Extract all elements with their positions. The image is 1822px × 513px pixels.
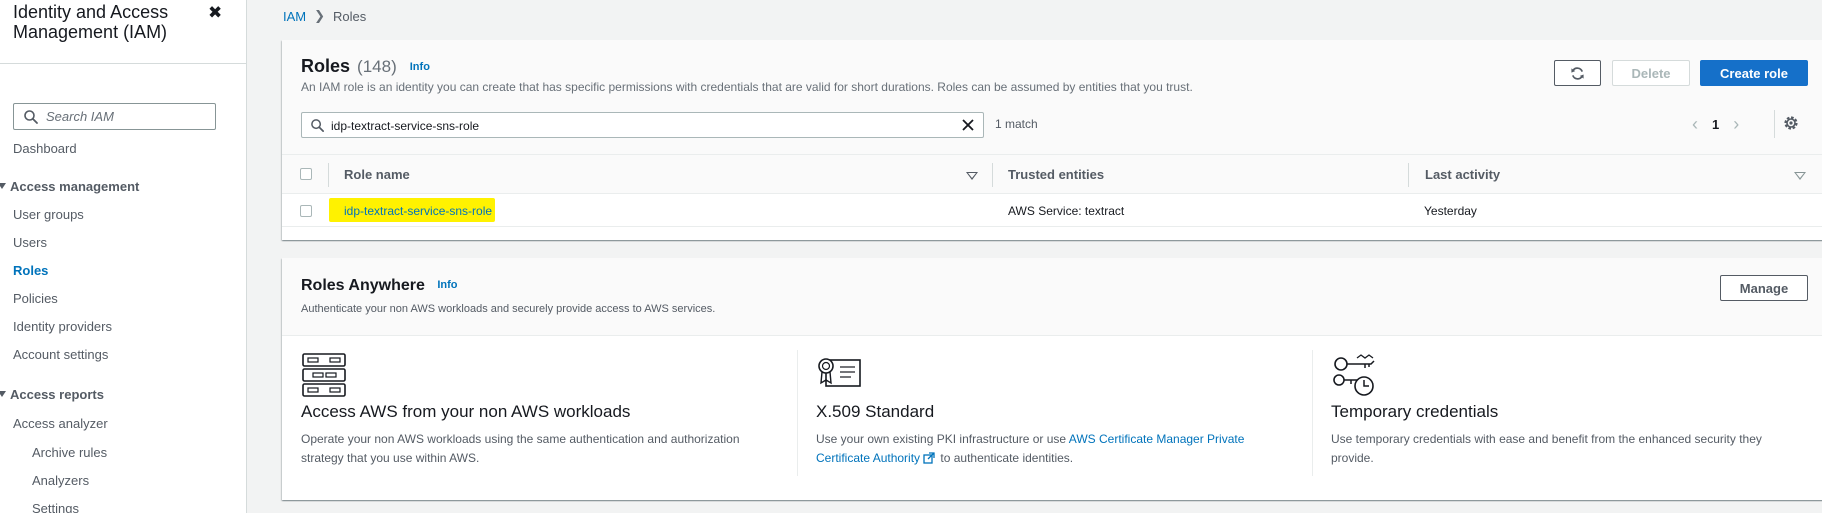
sidebar-search[interactable]	[13, 103, 216, 130]
sidebar-item-users[interactable]: Users	[13, 235, 47, 250]
caret-down-icon	[0, 183, 6, 189]
certificate-icon	[818, 358, 861, 387]
refresh-icon	[1571, 66, 1584, 80]
next-page-icon[interactable]: ›	[1733, 115, 1739, 133]
close-icon[interactable]: ✖	[208, 3, 222, 23]
caret-down-icon	[0, 391, 6, 397]
info-link[interactable]: Info	[410, 61, 430, 73]
roles-count: (148)	[357, 57, 397, 76]
delete-button[interactable]: Delete	[1612, 60, 1690, 86]
roles-anywhere-header: Roles Anywhere Info Authenticate your no…	[282, 258, 1822, 336]
iam-console: Identity and Access Management (IAM) ✖ D…	[0, 0, 1822, 513]
search-icon	[311, 119, 324, 132]
gear-icon[interactable]	[1782, 114, 1800, 132]
clear-filter-icon[interactable]	[961, 118, 975, 132]
sidebar-item-settings[interactable]: Settings	[32, 501, 79, 513]
feature-title: X.509 Standard	[816, 402, 935, 421]
column-header-trusted-entities[interactable]: Trusted entities	[1008, 167, 1104, 182]
roles-anywhere-title: Roles Anywhere Info	[301, 277, 458, 295]
sort-icon[interactable]	[1794, 172, 1806, 180]
sidebar-item-identity-providers[interactable]: Identity providers	[13, 319, 112, 334]
previous-page-icon[interactable]: ‹	[1692, 115, 1698, 133]
feature-title: Access AWS from your non AWS workloads	[301, 402, 631, 421]
external-link-icon[interactable]	[923, 452, 935, 464]
sidebar-title: Identity and Access Management (IAM)	[13, 2, 169, 42]
sidebar-item-analyzers[interactable]: Analyzers	[32, 473, 89, 488]
roles-anywhere-title-text: Roles Anywhere	[301, 277, 425, 294]
feature-title: Temporary credentials	[1331, 402, 1499, 421]
sidebar-item-policies[interactable]: Policies	[13, 291, 58, 306]
column-divider	[1408, 163, 1409, 187]
table-row: idp-textract-service-sns-role AWS Servic…	[282, 194, 1822, 227]
roles-anywhere-panel: Roles Anywhere Info Authenticate your no…	[282, 258, 1822, 500]
feature-text-after: to authenticate identities.	[937, 451, 1074, 465]
roles-filter-input[interactable]	[331, 117, 951, 134]
sidebar-divider	[0, 63, 246, 64]
sidebar-item-roles[interactable]: Roles	[13, 263, 48, 278]
feature-text: Use temporary credentials with ease and …	[1331, 432, 1762, 465]
search-iam-input[interactable]	[46, 107, 211, 126]
feature-text: Operate your non AWS workloads using the…	[301, 432, 740, 465]
sidebar-item-archive-rules[interactable]: Archive rules	[32, 445, 107, 460]
roles-anywhere-description: Authenticate your non AWS workloads and …	[301, 303, 716, 315]
select-all-checkbox[interactable]	[300, 168, 312, 180]
search-icon	[24, 110, 38, 124]
column-divider	[797, 350, 798, 476]
breadcrumb-iam[interactable]: IAM	[283, 9, 306, 24]
column-header-last-activity[interactable]: Last activity	[1425, 167, 1500, 182]
sidebar-section-access-management[interactable]: Access management	[0, 179, 139, 194]
create-role-button[interactable]: Create role	[1700, 60, 1808, 86]
section-label: Access management	[10, 179, 140, 194]
column-header-role-name[interactable]: Role name	[344, 167, 410, 182]
page-number[interactable]: 1	[1712, 117, 1719, 132]
column-divider	[1312, 350, 1313, 476]
roles-description: An IAM role is an identity you can creat…	[301, 80, 1193, 94]
page-title: Roles (148) Info	[301, 56, 430, 77]
last-activity-cell: Yesterday	[1424, 204, 1477, 218]
column-divider	[992, 163, 993, 187]
feature-text: Use your own existing PKI infrastructure…	[816, 430, 1286, 468]
keys-clock-icon	[1333, 354, 1375, 396]
breadcrumb: IAM ❯ Roles	[283, 8, 366, 24]
roles-title-text: Roles	[301, 56, 351, 76]
sidebar-item-access-analyzer[interactable]: Access analyzer	[13, 416, 108, 431]
match-count: 1 match	[995, 117, 1038, 131]
info-link[interactable]: Info	[437, 279, 457, 291]
pagination: ‹ 1 ›	[1692, 115, 1739, 133]
column-divider	[328, 163, 329, 187]
row-checkbox[interactable]	[300, 205, 312, 217]
sidebar-item-dashboard[interactable]: Dashboard	[13, 141, 77, 156]
server-stack-icon	[302, 353, 346, 397]
trusted-entities-cell: AWS Service: textract	[1008, 204, 1125, 218]
breadcrumb-current: Roles	[333, 8, 367, 24]
roles-header: Roles (148) Info An IAM role is an ident…	[282, 40, 1822, 154]
manage-button[interactable]: Manage	[1720, 275, 1808, 301]
roles-filter[interactable]	[301, 112, 984, 138]
feature-text-before: Use your own existing PKI infrastructure…	[816, 432, 1069, 446]
section-label: Access reports	[10, 387, 104, 402]
table-header: Role name Trusted entities Last activity	[282, 154, 1822, 194]
role-name-link[interactable]: idp-textract-service-sns-role	[344, 204, 492, 218]
sidebar-section-access-reports[interactable]: Access reports	[0, 387, 104, 402]
roles-table-panel: Roles (148) Info An IAM role is an ident…	[282, 40, 1822, 240]
sidebar-item-user-groups[interactable]: User groups	[13, 207, 84, 222]
sidebar-item-account-settings[interactable]: Account settings	[13, 347, 108, 362]
sort-descending-icon[interactable]	[966, 172, 978, 180]
pager-divider	[1774, 110, 1775, 138]
chevron-right-icon: ❯	[314, 8, 326, 23]
refresh-button[interactable]	[1554, 60, 1601, 86]
sidebar: Identity and Access Management (IAM) ✖ D…	[0, 0, 247, 513]
